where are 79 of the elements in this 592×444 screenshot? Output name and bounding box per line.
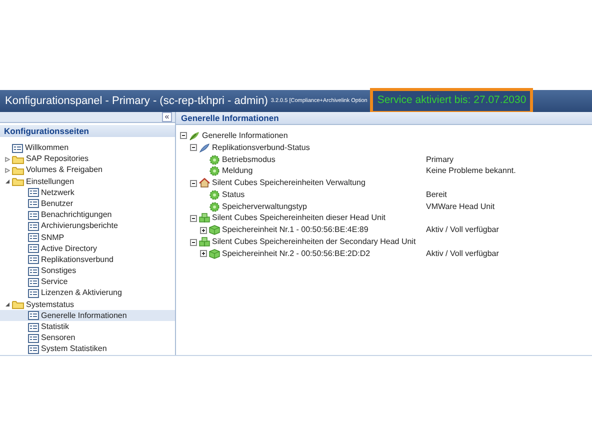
nav-item[interactable]: Einstellungen xyxy=(0,176,175,188)
nav-item[interactable]: Willkommen xyxy=(0,142,175,154)
tree-label: Speichereinheit Nr.1 - 00:50:56:BE:4E:89 xyxy=(222,224,368,236)
cube-icon xyxy=(209,225,220,236)
nav-item[interactable]: SAP Repositories xyxy=(0,154,175,165)
cubes-icon xyxy=(199,213,210,224)
nav-item[interactable]: Replikationsverbund xyxy=(0,254,175,266)
leaf-icon xyxy=(189,130,200,141)
expand-toggle-icon[interactable] xyxy=(200,226,207,234)
tree-value: Aktiv / Voll verfügbar xyxy=(426,224,499,236)
page-icon xyxy=(28,255,39,264)
page-icon xyxy=(28,278,39,287)
nav-item[interactable]: Statistik xyxy=(0,321,175,333)
nav-item[interactable]: Archivierungsberichte xyxy=(0,220,175,232)
expanded-arrow-icon xyxy=(5,302,10,308)
nav-item[interactable]: Sonstiges xyxy=(0,266,175,277)
window-title: Konfigurationspanel - Primary - (sc-rep-tkhpri - admin) xyxy=(5,94,268,109)
tree-value: Bereit xyxy=(426,188,447,201)
collapse-button[interactable]: « xyxy=(162,112,172,122)
nav-item[interactable]: Lizenzen & Aktivierung xyxy=(0,288,175,300)
page-icon xyxy=(28,188,39,198)
page-icon xyxy=(28,199,39,208)
tree-value: VMWare Head Unit xyxy=(426,200,495,213)
tree-label: Status xyxy=(222,188,245,201)
page-icon xyxy=(28,334,39,343)
page-icon xyxy=(12,144,23,153)
collapse-toggle-icon[interactable] xyxy=(190,180,197,187)
tree-label: Speicherverwaltungstyp xyxy=(222,200,307,213)
folder-icon xyxy=(12,300,24,310)
gear-icon xyxy=(209,154,220,164)
tree-label: Speichereinheit Nr.2 - 00:50:56:BE:2D:D2 xyxy=(222,248,370,260)
nav-item[interactable]: Service xyxy=(0,276,175,288)
page-icon xyxy=(28,288,39,298)
cubes-icon xyxy=(199,237,210,248)
expanded-arrow-icon xyxy=(5,179,10,184)
folder-icon xyxy=(12,177,24,186)
nav-item[interactable]: Sensoren xyxy=(0,332,175,344)
tree-value: Primary xyxy=(426,154,454,166)
page-icon xyxy=(28,210,39,220)
tree-label: Generelle Informationen xyxy=(202,130,288,142)
page-icon xyxy=(28,322,39,332)
tree-value: Keine Probleme bekannt. xyxy=(426,165,516,178)
tree-label: Replikationsverbund-Status xyxy=(212,142,310,154)
folder-icon xyxy=(12,154,24,164)
nav-item[interactable]: Active Directory xyxy=(0,243,175,254)
tree-label: Betriebsmodus xyxy=(222,154,276,166)
nav-item[interactable]: SNMP xyxy=(0,232,175,244)
nav-item[interactable]: Volumes & Freigaben xyxy=(0,164,175,176)
expand-toggle-icon[interactable] xyxy=(200,250,207,258)
collapse-toggle-icon[interactable] xyxy=(190,144,197,152)
cube-icon xyxy=(209,248,220,259)
page-icon xyxy=(28,311,39,320)
nav-item[interactable]: Systemstatus xyxy=(0,299,175,310)
gear-icon xyxy=(209,166,220,176)
page-icon xyxy=(28,222,39,231)
nav-item[interactable]: Generelle Informationen xyxy=(0,310,175,322)
nav-item[interactable]: Benachrichtigungen xyxy=(0,210,175,221)
collapse-toggle-icon[interactable] xyxy=(190,238,197,246)
nav-item[interactable]: Netzwerk xyxy=(0,187,175,198)
panel-title: Generelle Informationen xyxy=(181,112,279,124)
gear-icon xyxy=(209,202,220,212)
tree-label: Meldung xyxy=(222,165,253,178)
tree-label: Silent Cubes Speichereinheiten der Secondary Head Unit xyxy=(212,236,416,248)
page-icon xyxy=(28,233,39,242)
sidebar-title: Konfigurationsseiten xyxy=(0,125,175,138)
service-status: Service aktiviert bis: 27.07.2030 xyxy=(370,88,534,114)
tree-label: Silent Cubes Speichereinheiten dieser Head Unit xyxy=(212,212,386,224)
tree-value: Aktiv / Voll verfügbar xyxy=(426,248,499,260)
page-icon xyxy=(28,266,39,276)
nav-item[interactable]: System Statistiken xyxy=(0,344,175,355)
nav-item[interactable]: Benutzer xyxy=(0,198,175,210)
feather-icon xyxy=(199,142,210,153)
collapse-toggle-icon[interactable] xyxy=(190,214,197,222)
folder-icon xyxy=(12,166,24,175)
page-icon xyxy=(28,244,39,254)
gear-icon xyxy=(209,190,220,200)
tree-label: Silent Cubes Speichereinheiten Verwaltung xyxy=(212,177,366,190)
collapse-toggle-icon[interactable] xyxy=(180,132,187,140)
house-icon xyxy=(199,178,210,188)
